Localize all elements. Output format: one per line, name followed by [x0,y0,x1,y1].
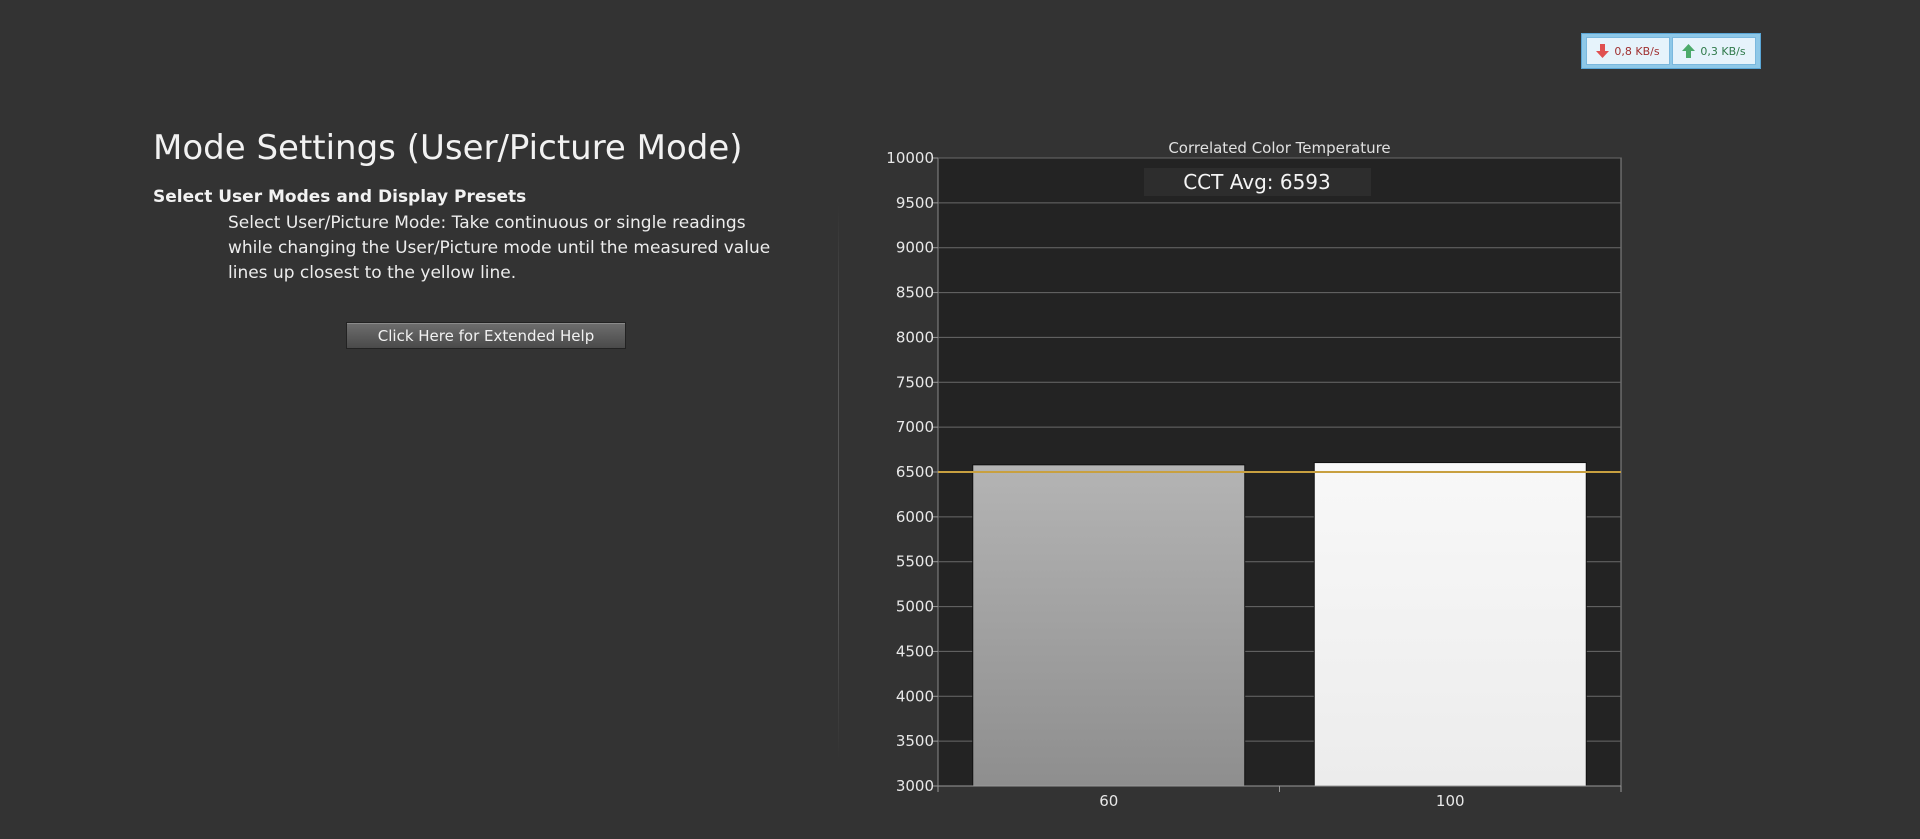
y-tick-label: 10000 [886,149,934,167]
y-axis: 3000 3500 4000 4500 5000 5500 6000 6500 7000 7500… [886,149,938,795]
y-tick-label: 7500 [896,373,934,391]
x-axis: 60 100 [937,785,1622,810]
y-tick-label: 8500 [896,284,934,302]
chart-title: Correlated Color Temperature [1168,139,1390,157]
page: 0,8 KB/s 0,3 KB/s Mode Settings (User/Pi… [0,0,1920,839]
cct-average-label: CCT Avg: 6593 [1183,170,1331,194]
x-tick-label: 60 [1099,792,1118,810]
bar-100 [1313,462,1587,787]
y-tick-label: 9500 [896,194,934,212]
y-tick-label: 6500 [896,463,934,481]
y-tick-label: 7000 [896,418,934,436]
bar-60 [972,464,1246,787]
y-tick-label: 5000 [896,598,934,616]
y-tick-label: 8000 [896,328,934,346]
y-tick-label: 4500 [896,642,934,660]
y-tick-label: 3500 [896,732,934,750]
y-tick-label: 6000 [896,508,934,526]
y-tick-label: 9000 [896,239,934,257]
y-tick-label: 3000 [896,777,934,795]
y-tick-label: 4000 [896,687,934,705]
cct-chart: 3000 3500 4000 4500 5000 5500 6000 6500 7000 7500… [886,139,1622,810]
y-tick-label: 5500 [896,553,934,571]
x-tick-label: 100 [1436,792,1465,810]
